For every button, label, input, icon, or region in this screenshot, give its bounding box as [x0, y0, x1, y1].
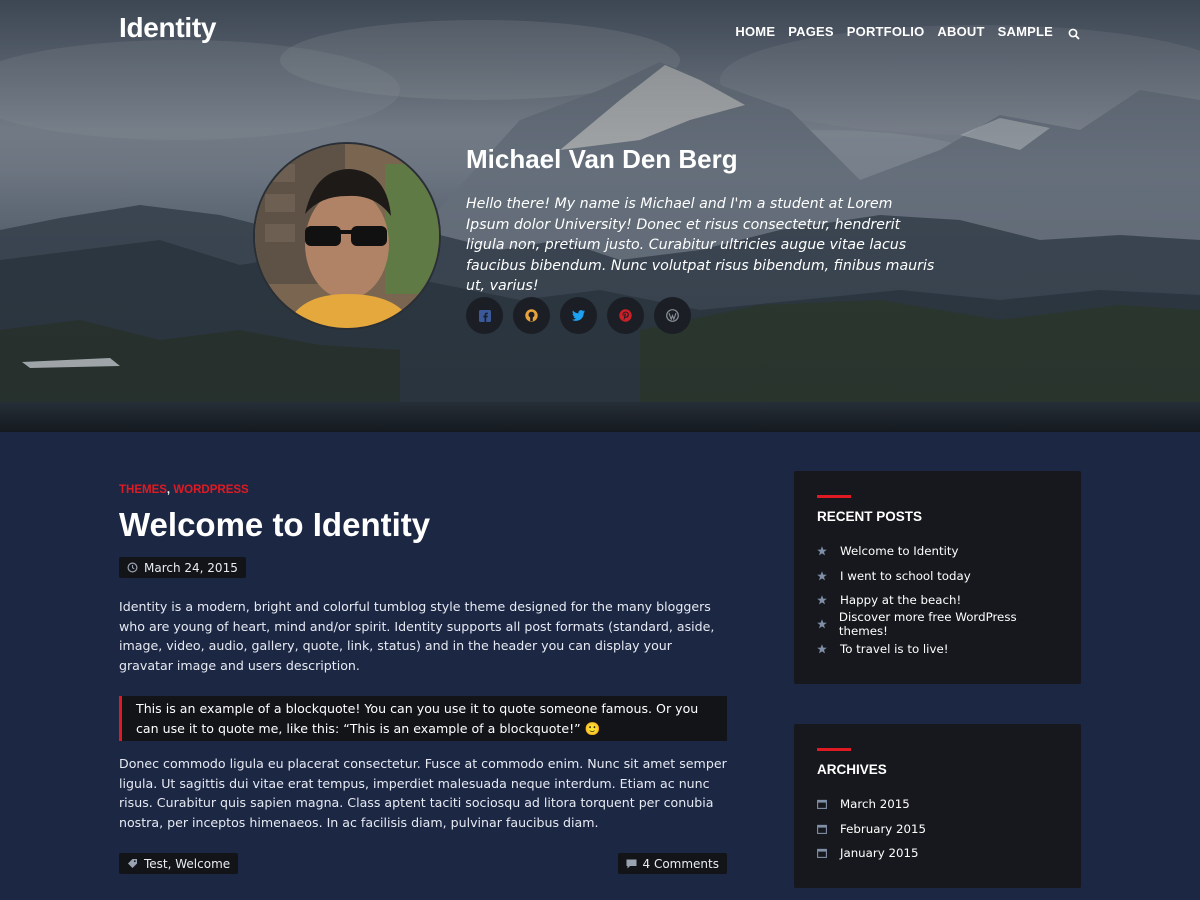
hero-header: Identity HOME PAGES PORTFOLIO ABOUT SAMP… [0, 0, 1200, 432]
wordpress-link[interactable] [654, 297, 691, 334]
post-date-text: March 24, 2015 [144, 560, 238, 575]
archive-item[interactable]: February 2015 [817, 816, 1058, 840]
recent-post-item[interactable]: Discover more free WordPress themes! [817, 610, 1058, 639]
post-tags-text: Test, Welcome [144, 856, 231, 871]
widget-title: RECENT POSTS [817, 509, 923, 524]
recent-post-item[interactable]: Welcome to Identity [817, 539, 1058, 563]
post-body-paragraph: Donec commodo ligula eu placerat consect… [119, 756, 727, 830]
wordpress-icon [666, 309, 679, 322]
nav-item-home[interactable]: HOME [735, 24, 775, 39]
main-navigation: HOME PAGES PORTFOLIO ABOUT SAMPLE [722, 24, 1080, 40]
recent-post-label: Discover more free WordPress themes! [838, 610, 1017, 639]
twitter-link[interactable] [560, 297, 597, 334]
social-links [466, 297, 701, 334]
recent-post-item[interactable]: To travel is to live! [817, 637, 1058, 661]
category-link-wordpress[interactable]: WORDPRESS [173, 484, 248, 496]
post-date[interactable]: March 24, 2015 [119, 557, 246, 578]
facebook-link[interactable] [466, 297, 503, 334]
post-comments-text: 4 Comments [642, 856, 720, 871]
recent-posts-widget: RECENT POSTS Welcome to Identity I went … [794, 471, 1081, 684]
recent-post-label: Welcome to Identity [840, 544, 959, 559]
github-icon [525, 309, 538, 322]
star-icon [817, 595, 840, 605]
recent-post-label: I went to school today [840, 568, 971, 583]
github-link[interactable] [513, 297, 550, 334]
recent-post-label: To travel is to live! [840, 641, 949, 656]
clock-icon [127, 562, 138, 573]
twitter-icon [572, 310, 585, 321]
recent-post-item[interactable]: Happy at the beach! [817, 588, 1058, 612]
tag-icon [128, 859, 137, 868]
search-icon[interactable] [1068, 25, 1080, 40]
archive-label: March 2015 [840, 797, 910, 812]
archive-label: January 2015 [840, 845, 919, 860]
post-intro-paragraph: Identity is a modern, bright and colorfu… [119, 599, 715, 673]
archive-label: February 2015 [840, 821, 927, 836]
star-icon [817, 644, 840, 654]
pinterest-link[interactable] [607, 297, 644, 334]
nav-item-about[interactable]: ABOUT [937, 24, 984, 39]
post-blockquote: This is an example of a blockquote! You … [119, 696, 727, 741]
category-link-themes[interactable]: THEMES [119, 484, 167, 496]
profile-name: Michael Van Den Berg [466, 144, 738, 174]
post-title[interactable]: Welcome to Identity [119, 506, 430, 544]
star-icon [817, 546, 840, 556]
widget-accent-bar [817, 495, 851, 498]
comment-icon [626, 859, 636, 868]
recent-post-item[interactable]: I went to school today [817, 563, 1058, 587]
star-icon [817, 570, 840, 581]
pinterest-icon [619, 309, 632, 322]
post-tags[interactable]: Test, Welcome [119, 853, 239, 874]
calendar-icon [817, 799, 840, 810]
profile-bio: Hello there! My name is Michael and I'm … [466, 196, 935, 295]
nav-item-pages[interactable]: PAGES [788, 24, 834, 39]
post-categories: THEMES, WORDPRESS [119, 484, 249, 496]
calendar-icon [817, 848, 840, 858]
avatar [253, 142, 441, 330]
archive-item[interactable]: March 2015 [817, 792, 1058, 816]
facebook-icon [478, 309, 491, 322]
recent-post-label: Happy at the beach! [840, 592, 962, 607]
widget-accent-bar [817, 748, 851, 751]
nav-item-portfolio[interactable]: PORTFOLIO [847, 24, 925, 39]
star-icon [817, 619, 839, 629]
avatar-photo [255, 144, 439, 328]
archive-item[interactable]: January 2015 [817, 841, 1058, 865]
site-title[interactable]: Identity [119, 12, 216, 44]
nav-item-sample[interactable]: SAMPLE [998, 24, 1053, 39]
post-comments-link[interactable]: 4 Comments [617, 853, 727, 874]
archives-widget: ARCHIVES March 2015 February 2015 Januar… [794, 724, 1081, 888]
widget-title: ARCHIVES [817, 762, 887, 777]
calendar-icon [817, 824, 840, 834]
